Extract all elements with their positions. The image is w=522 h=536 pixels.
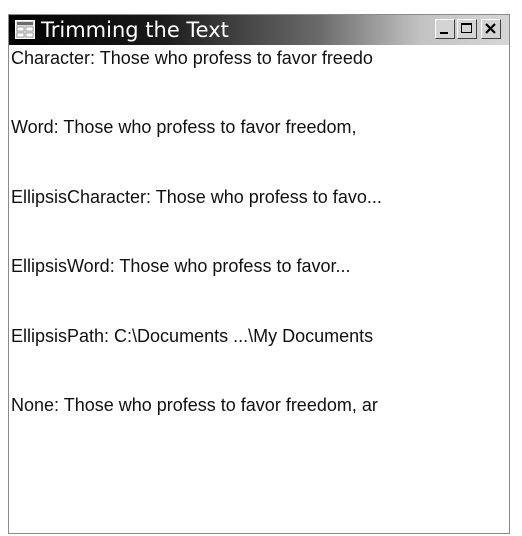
app-window: Trimming the Text Character: Those who p… [8,14,510,534]
trim-word-text: Word: Those who profess to favor freedom… [11,117,357,137]
close-icon [485,23,496,34]
trim-ellipsis-path-text: EllipsisPath: C:\Documents ...\My Docume… [11,326,374,346]
trim-character-text: Character: Those who profess to favor fr… [11,48,373,68]
maximize-button[interactable] [457,19,477,39]
close-button[interactable] [481,19,501,39]
window-form-icon[interactable] [15,20,35,39]
trim-ellipsis-word-text: EllipsisWord: Those who profess to favor… [11,256,351,276]
minimize-icon [440,32,448,34]
minimize-button[interactable] [435,19,455,39]
client-area: Character: Those who profess to favor fr… [9,45,509,533]
maximize-icon [461,23,472,33]
title-bar[interactable]: Trimming the Text [9,15,509,45]
window-title: Trimming the Text [41,18,229,42]
trim-ellipsis-character-text: EllipsisCharacter: Those who profess to … [11,187,382,207]
trim-none-text: None: Those who profess to favor freedom… [11,395,378,415]
